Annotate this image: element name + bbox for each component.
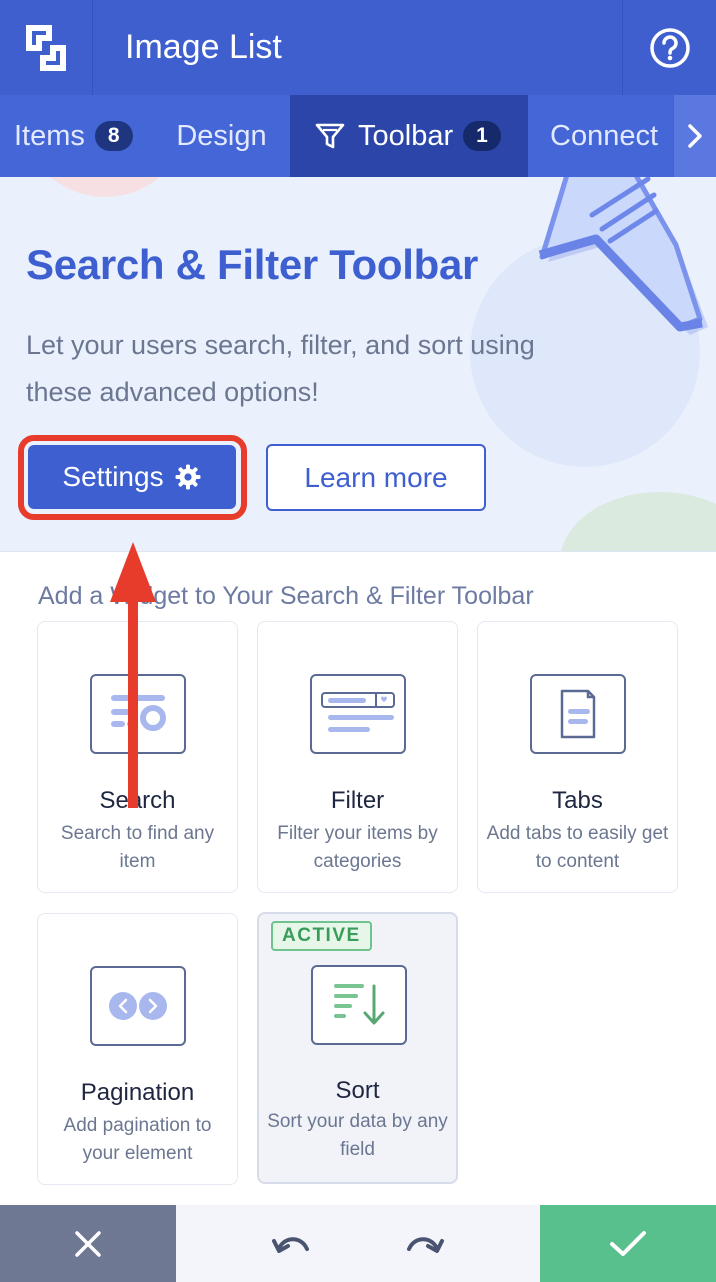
cancel-button[interactable]: [0, 1205, 176, 1282]
funnel-illustration-icon: [538, 177, 708, 335]
hero-title: Search & Filter Toolbar: [26, 241, 479, 288]
tab-bar: Items 8 Design Toolbar 1 Connect: [0, 95, 716, 177]
learn-more-button[interactable]: Learn more: [266, 444, 486, 511]
items-count-badge: 8: [94, 121, 133, 151]
check-icon: [610, 1230, 646, 1256]
tab-toolbar[interactable]: Toolbar 1: [290, 95, 528, 177]
page-title: Image List: [125, 28, 282, 66]
filter-widget-icon: [321, 692, 395, 732]
tab-label: Toolbar: [358, 119, 454, 152]
widget-card-sort[interactable]: ACTIVE Sort Sort your data by any field: [257, 912, 458, 1184]
tab-items[interactable]: Items 8: [0, 95, 153, 177]
widget-card-tabs[interactable]: Tabs Add tabs to easily get to content: [477, 621, 678, 893]
redo-icon[interactable]: [403, 1229, 445, 1259]
hero-subtitle: Let your users search, filter, and sort …: [26, 330, 535, 407]
chevron-right-icon: [688, 124, 702, 148]
active-badge: ACTIVE: [271, 921, 372, 951]
widget-title: Tabs: [552, 787, 603, 814]
widget-description: Search to find any item: [60, 823, 215, 872]
annotation-arrow: [110, 542, 156, 808]
undo-icon[interactable]: [271, 1229, 313, 1259]
sort-widget-icon-box: [311, 965, 407, 1045]
filter-icon: [315, 123, 345, 149]
toolbar-hero: Search & Filter Toolbar Let your users s…: [0, 177, 716, 552]
help-button[interactable]: [622, 0, 716, 95]
pagination-widget-icon: [109, 992, 167, 1020]
history-controls: [176, 1205, 540, 1282]
widget-card-filter[interactable]: Filter Filter your items by categories: [257, 621, 458, 893]
widget-description: Filter your items by categories: [277, 823, 438, 872]
bottom-action-bar: [0, 1205, 716, 1282]
widget-description: Add tabs to easily get to content: [486, 823, 669, 872]
widget-title: Pagination: [80, 1079, 195, 1106]
tabs-scroll-right-button[interactable]: [674, 95, 716, 177]
logo-icon: [26, 24, 66, 71]
pagination-widget-icon-box: [90, 966, 186, 1046]
tabs-widget-icon: [560, 689, 596, 739]
widget-description: Add pagination to your element: [63, 1115, 212, 1164]
tab-label: Design: [176, 119, 267, 152]
filter-widget-icon-box: [310, 674, 406, 754]
tabs-widget-icon-box: [530, 674, 626, 754]
decorative-blob: [20, 177, 190, 197]
tab-label: Items: [14, 119, 85, 152]
app-logo[interactable]: [0, 0, 93, 95]
decorative-blob: [560, 492, 716, 551]
tab-design[interactable]: Design: [153, 95, 290, 177]
close-icon: [75, 1230, 101, 1257]
confirm-button[interactable]: [540, 1205, 716, 1282]
top-bar: Image List: [0, 0, 716, 95]
widget-title: Sort: [335, 1077, 380, 1104]
toolbar-count-badge: 1: [463, 121, 501, 151]
tab-connect[interactable]: Connect: [528, 95, 674, 177]
widget-card-pagination[interactable]: Pagination Add pagination to your elemen…: [37, 913, 238, 1185]
sort-widget-icon: [334, 984, 385, 1025]
settings-highlight-outline: [18, 435, 247, 520]
widget-title: Filter: [330, 787, 385, 814]
tab-label: Connect: [550, 119, 659, 152]
help-icon: [649, 27, 690, 68]
widget-description: Sort your data by any field: [267, 1111, 448, 1160]
